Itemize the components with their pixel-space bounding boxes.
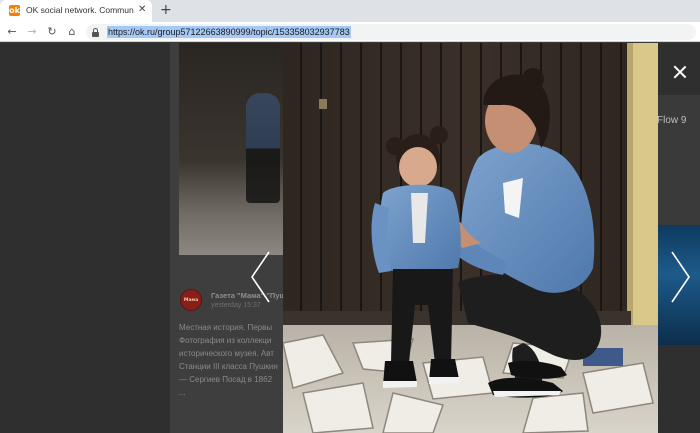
post-text-line: Фотография из коллекци [179,336,272,345]
post-text-line: Станции III класса Пушкин [179,362,278,371]
post-text: Местная история. Первы Фотография из кол… [179,321,283,399]
forward-button[interactable]: → [24,24,40,40]
tab-strip: ok OK social network. Communic ✕ + [0,0,700,22]
url-text[interactable]: https://ok.ru/group57122663890999/topic/… [107,26,351,38]
post-text-line: ... [179,388,186,397]
post-text-line: — Сергиев Посад в 1862 [179,375,273,384]
lightbox-photo [283,43,658,433]
photo-illustration [283,43,658,433]
browser-toolbar: ← → ↻ ⌂ https://ok.ru/group5712266389099… [0,22,700,42]
address-bar[interactable]: https://ok.ru/group57122663890999/topic/… [86,24,696,40]
avatar[interactable]: Мама [180,289,202,311]
lock-icon [92,28,99,37]
browser-tab[interactable]: ok OK social network. Communic ✕ [0,0,152,22]
back-button[interactable]: ← [4,24,20,40]
chevron-left-icon[interactable] [249,250,271,304]
ok-favicon-icon: ok [9,5,20,16]
new-tab-button[interactable]: + [160,2,172,18]
feed-post-photo-figure [246,93,280,203]
reload-button[interactable]: ↻ [44,24,60,40]
tab-close-icon[interactable]: ✕ [138,4,146,16]
home-button[interactable]: ⌂ [64,24,80,40]
tab-title: OK social network. Communic [26,5,134,15]
post-text-line: исторического музея. Авт [179,349,274,358]
chevron-right-icon[interactable] [670,250,692,304]
close-icon[interactable] [672,64,688,80]
right-sidebar-text[interactable]: Flow 9 [657,115,686,126]
post-text-line: Местная история. Первы [179,323,273,332]
